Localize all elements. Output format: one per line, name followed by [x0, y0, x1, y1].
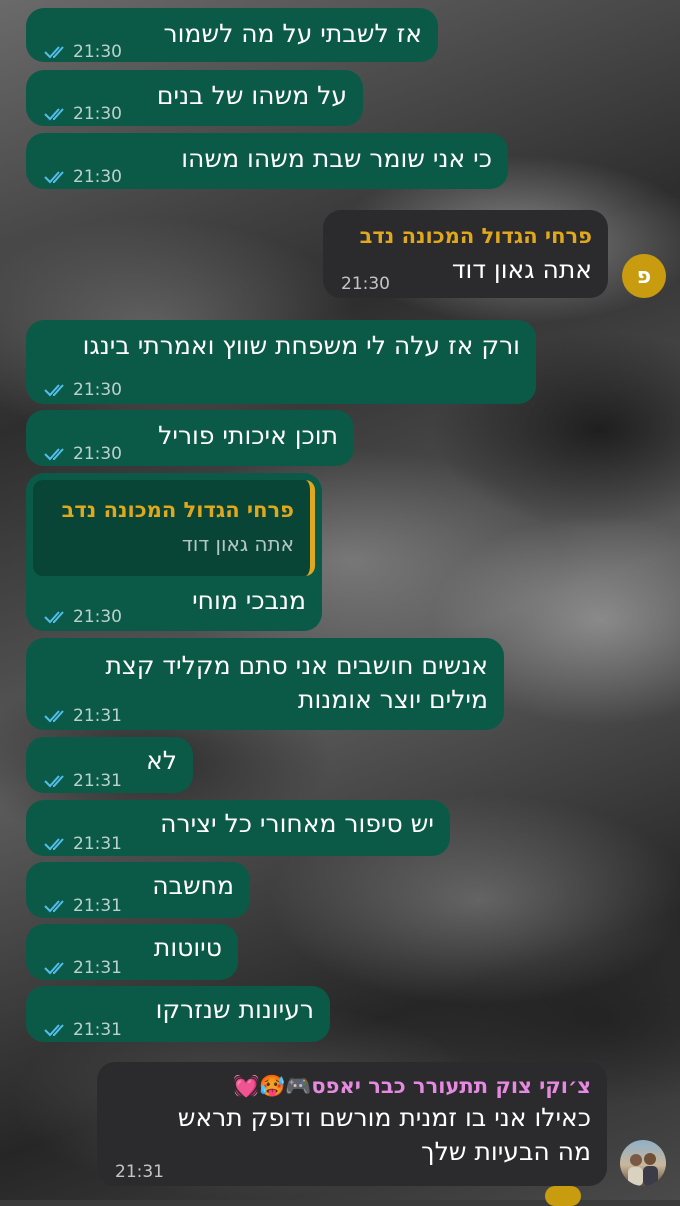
- message-time: 21:31: [73, 706, 122, 726]
- message-bubble-outgoing[interactable]: יש סיפור מאחורי כל יצירה 21:31: [26, 800, 450, 856]
- message-text: על משהו של בנים: [156, 81, 347, 110]
- message-time: 21:30: [73, 167, 122, 187]
- double-check-read-icon: [44, 171, 64, 184]
- double-check-read-icon: [44, 775, 64, 788]
- message-bubble-outgoing[interactable]: אז לשבתי על מה לשמור 21:30: [26, 8, 438, 62]
- message-text-line: כאילו אני בו זמנית מורשם ודופק תראש: [177, 1103, 591, 1132]
- double-check-read-icon: [44, 108, 64, 121]
- message-time: 21:31: [73, 834, 122, 854]
- message-time: 21:30: [73, 444, 122, 464]
- message-time: 21:30: [73, 380, 122, 400]
- message-bubble-incoming[interactable]: צ׳וקי צוק תתעורר כבר יאפס🎮🥵💓 כאילו אני ב…: [97, 1062, 607, 1186]
- message-time: 21:30: [73, 607, 122, 627]
- message-text: אתה גאון דוד: [451, 255, 592, 284]
- message-text: מחשבה: [152, 871, 234, 900]
- message-bubble-outgoing[interactable]: מחשבה 21:31: [26, 862, 250, 918]
- message-time: 21:31: [73, 771, 122, 791]
- double-check-read-icon: [44, 838, 64, 851]
- double-check-read-icon: [44, 900, 64, 913]
- message-text: רעיונות שנזרקו: [155, 995, 314, 1024]
- message-time: 21:31: [115, 1162, 164, 1182]
- message-bubble-outgoing[interactable]: אנשים חושבים אני סתם מקליד קצת מילים יוצ…: [26, 638, 504, 730]
- message-time: 21:30: [73, 104, 122, 124]
- message-time: 21:30: [341, 274, 390, 294]
- message-bubble-outgoing-reply[interactable]: פרחי הגדול המכונה נדב אתה גאון דוד מנבכי…: [26, 473, 322, 631]
- sender-name[interactable]: צ׳וקי צוק תתעורר כבר יאפס🎮🥵💓: [233, 1070, 591, 1102]
- quoted-message[interactable]: פרחי הגדול המכונה נדב אתה גאון דוד: [33, 480, 315, 576]
- message-text: תוכן איכותי פוריל: [158, 421, 338, 450]
- message-text-line: אנשים חושבים אני סתם מקליד קצת: [105, 651, 488, 680]
- double-check-read-icon: [44, 448, 64, 461]
- message-bubble-outgoing[interactable]: תוכן איכותי פוריל 21:30: [26, 410, 354, 466]
- message-text: אז לשבתי על מה לשמור: [163, 19, 422, 48]
- sender-avatar[interactable]: פ: [622, 254, 666, 298]
- message-bubble-outgoing[interactable]: ורק אז עלה לי משפחת שווץ ואמרתי בינגו 21…: [26, 320, 536, 404]
- quoted-text: אתה גאון דוד: [181, 532, 294, 556]
- sender-avatar-photo[interactable]: [620, 1140, 666, 1186]
- double-check-read-icon: [44, 46, 64, 59]
- double-check-read-icon: [44, 1024, 64, 1037]
- message-bubble-incoming[interactable]: פרחי הגדול המכונה נדב אתה גאון דוד 21:30: [323, 210, 608, 298]
- message-time: 21:31: [73, 958, 122, 978]
- quoted-sender-name: פרחי הגדול המכונה נדב: [61, 498, 294, 522]
- message-text: טיוטות: [153, 933, 222, 962]
- double-check-read-icon: [44, 611, 64, 624]
- message-bubble-outgoing[interactable]: על משהו של בנים 21:30: [26, 70, 363, 126]
- double-check-read-icon: [44, 710, 64, 723]
- double-check-read-icon: [44, 962, 64, 975]
- message-text-line: מה הבעיות שלך: [421, 1137, 591, 1166]
- message-text: לא: [146, 746, 177, 775]
- message-bubble-outgoing[interactable]: לא 21:31: [26, 737, 193, 793]
- group-photo-avatar-icon: [628, 1153, 658, 1186]
- message-text: מנבכי מוחי: [192, 586, 306, 615]
- sender-name[interactable]: פרחי הגדול המכונה נדב: [360, 220, 592, 252]
- message-text-line: מילים יוצר אומנות: [298, 685, 488, 714]
- reaction-badge[interactable]: [545, 1186, 581, 1206]
- message-bubble-outgoing[interactable]: כי אני שומר שבת משהו משהו 21:30: [26, 133, 508, 189]
- message-text: כי אני שומר שבת משהו משהו: [181, 144, 492, 173]
- message-time: 21:30: [73, 42, 122, 62]
- message-text: יש סיפור מאחורי כל יצירה: [160, 809, 434, 838]
- message-time: 21:31: [73, 896, 122, 916]
- message-time: 21:31: [73, 1020, 122, 1040]
- message-bubble-outgoing[interactable]: רעיונות שנזרקו 21:31: [26, 986, 330, 1042]
- message-text: ורק אז עלה לי משפחת שווץ ואמרתי בינגו: [82, 331, 520, 360]
- double-check-read-icon: [44, 384, 64, 397]
- message-bubble-outgoing[interactable]: טיוטות 21:31: [26, 924, 238, 980]
